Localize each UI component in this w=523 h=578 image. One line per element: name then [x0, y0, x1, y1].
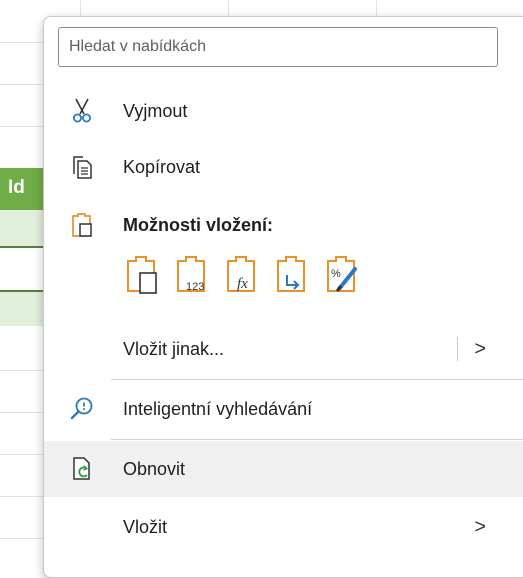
svg-text:fx: fx [237, 276, 248, 292]
menu-item-paste-special[interactable]: Vložit jinak... > [44, 321, 523, 377]
clipboard-icon [69, 212, 95, 238]
paste-formatting-button[interactable]: % [323, 253, 361, 297]
paste-formulas-button[interactable]: fx [223, 253, 261, 297]
menu-search-input[interactable] [58, 27, 498, 67]
svg-text:%: % [331, 268, 341, 280]
refresh-icon [69, 456, 95, 482]
paste-values-button[interactable]: 123 [173, 253, 211, 297]
paste-transpose-button[interactable] [273, 253, 311, 297]
menu-separator [111, 379, 523, 380]
svg-text:123: 123 [186, 281, 204, 293]
menu-item-refresh[interactable]: Obnovit [44, 441, 523, 497]
paste-formatting-icon: % [327, 256, 357, 292]
context-menu: Vyjmout Kopírovat Možnosti vložení: [43, 16, 523, 578]
paste-special-label: Vložit jinak... [123, 338, 225, 359]
cut-label: Vyjmout [123, 100, 188, 121]
menu-item-paste-options: Možnosti vložení: [44, 197, 523, 253]
paste-options-row: 123 fx % [123, 253, 361, 305]
chevron-right-icon: > [474, 337, 486, 360]
paste-formulas-icon: fx [227, 256, 255, 292]
copy-label: Kopírovat [123, 156, 201, 177]
menu-item-insert[interactable]: Vložit > [44, 499, 523, 555]
paste-transpose-icon [277, 256, 305, 292]
menu-item-cut[interactable]: Vyjmout [44, 83, 523, 139]
menu-item-smart-lookup[interactable]: Inteligentní vyhledávání [44, 381, 523, 437]
paste-button[interactable] [123, 253, 161, 297]
copy-icon [69, 154, 95, 180]
smart-lookup-label: Inteligentní vyhledávání [123, 398, 313, 419]
menu-item-copy[interactable]: Kopírovat [44, 139, 523, 195]
paste-icon [127, 256, 157, 294]
refresh-label: Obnovit [123, 458, 186, 479]
insert-label: Vložit [123, 516, 168, 537]
scissors-icon [69, 98, 95, 124]
menu-separator [111, 439, 523, 440]
paste-values-icon: 123 [177, 256, 205, 293]
smart-lookup-icon [69, 396, 95, 422]
chevron-right-icon: > [474, 515, 486, 538]
paste-options-label: Možnosti vložení: [123, 214, 273, 235]
